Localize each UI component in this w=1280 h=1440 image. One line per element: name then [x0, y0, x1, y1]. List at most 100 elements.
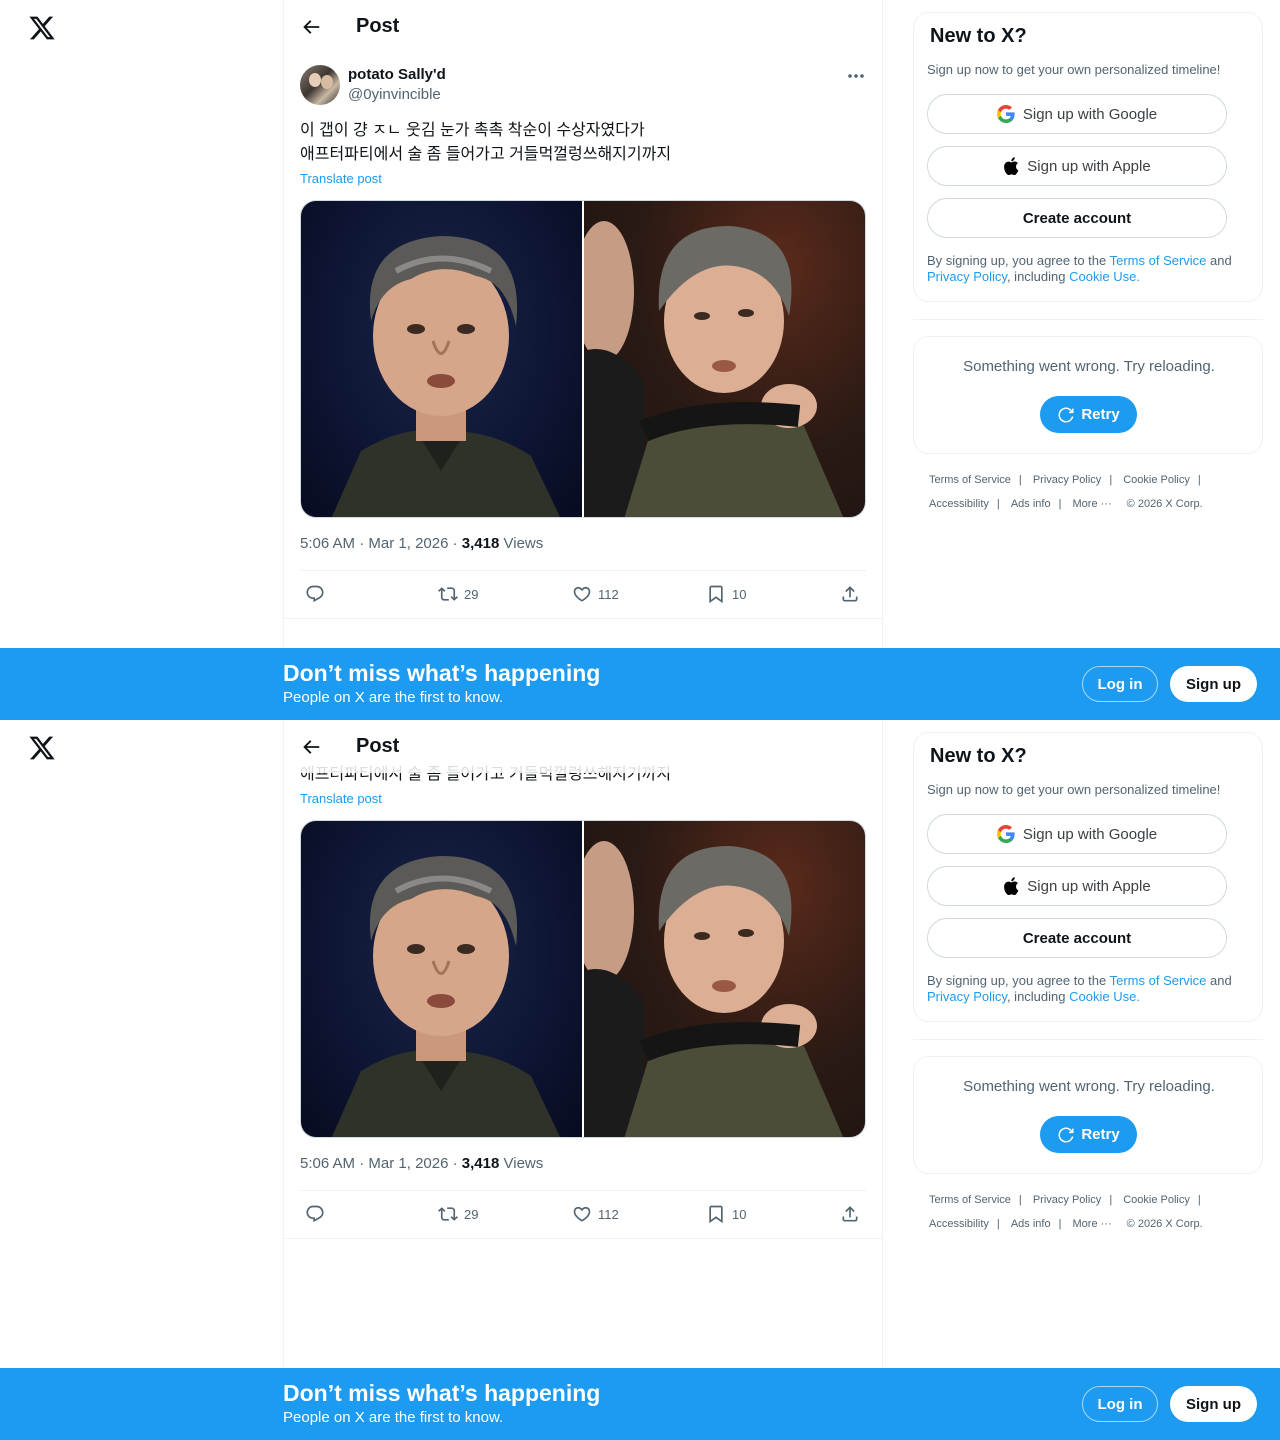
share-button[interactable]: [840, 1204, 860, 1224]
retweet-icon: [438, 1207, 458, 1221]
signup-banner: Don’t miss what’s happening People on X …: [0, 648, 1280, 720]
terms-of-service-link[interactable]: Terms of Service: [1110, 973, 1207, 988]
views-label: Views: [503, 535, 544, 552]
error-card: Something went wrong. Try reloading. Ret…: [913, 1056, 1263, 1174]
banner-signup-button[interactable]: Sign up: [1170, 666, 1257, 702]
author-handle[interactable]: @0yinvincible: [348, 86, 441, 103]
page-title: Post: [356, 735, 400, 757]
photo-left[interactable]: [301, 821, 582, 1137]
error-message: Something went wrong. Try reloading.: [963, 1078, 1215, 1095]
back-arrow-icon[interactable]: [300, 736, 322, 758]
apple-icon: [1004, 877, 1019, 895]
retry-button[interactable]: Retry: [1040, 396, 1137, 433]
photo-right[interactable]: [584, 201, 865, 517]
banner-title: Don’t miss what’s happening: [283, 660, 601, 686]
photo-left[interactable]: [301, 201, 582, 517]
x-logo-icon[interactable]: [28, 14, 56, 42]
footer-privacy-link[interactable]: Privacy Policy: [1033, 474, 1101, 486]
signup-subtitle: Sign up now to get your own personalized…: [927, 62, 1221, 77]
footer-cookie-link[interactable]: Cookie Policy: [1123, 1194, 1190, 1206]
more-icon[interactable]: [846, 72, 866, 80]
translate-post-link[interactable]: Translate post: [300, 791, 382, 806]
back-arrow-icon[interactable]: [300, 16, 322, 38]
create-account-label: Create account: [1022, 209, 1132, 227]
signup-card: New to X? Sign up now to get your own pe…: [913, 732, 1263, 1022]
like-button[interactable]: 112: [572, 584, 619, 604]
photo-right[interactable]: [584, 821, 865, 1137]
post-time[interactable]: 5:06 AM: [300, 1155, 355, 1172]
error-card: Something went wrong. Try reloading. Ret…: [913, 336, 1263, 454]
avatar[interactable]: [300, 65, 340, 105]
footer-ads-link[interactable]: Ads info: [1011, 498, 1051, 510]
create-account-button[interactable]: Create account: [927, 198, 1227, 238]
banner-login-button[interactable]: Log in: [1082, 666, 1158, 702]
footer-accessibility-link[interactable]: Accessibility: [929, 498, 989, 510]
signup-google-button[interactable]: Sign up with Google: [927, 94, 1227, 134]
post-date[interactable]: Mar 1, 2026: [368, 1155, 448, 1172]
footer-row-2: Accessibility | Ads info | More ··· © 2026…: [929, 1218, 1203, 1230]
retweet-button[interactable]: 29: [438, 584, 478, 604]
author-name[interactable]: potato Sally'd: [348, 66, 446, 83]
signup-google-label: Sign up with Google: [1022, 825, 1158, 843]
portrait-illustration: [584, 221, 844, 517]
footer-ads-link[interactable]: Ads info: [1011, 1218, 1051, 1230]
terms-prefix: By signing up, you agree to the: [927, 253, 1110, 268]
refresh-icon: [1058, 1127, 1074, 1142]
retry-button[interactable]: Retry: [1040, 1116, 1137, 1153]
cookie-use-link[interactable]: Cookie Use.: [1069, 269, 1140, 284]
bookmark-count: 10: [732, 1206, 747, 1222]
cookie-use-link[interactable]: Cookie Use.: [1069, 989, 1140, 1004]
error-message: Something went wrong. Try reloading.: [963, 358, 1215, 375]
screen-top: Post potato Sally'd @0yinvincible 이 갭이 걍…: [0, 0, 1280, 720]
retweet-icon: [438, 587, 458, 601]
footer-more-link[interactable]: More ···: [1073, 498, 1112, 510]
divider: [284, 618, 882, 619]
signup-apple-button[interactable]: Sign up with Apple: [927, 146, 1227, 186]
share-button[interactable]: [840, 584, 860, 604]
post-time[interactable]: 5:06 AM: [300, 535, 355, 552]
signup-google-label: Sign up with Google: [1022, 105, 1158, 123]
signup-google-button[interactable]: Sign up with Google: [927, 814, 1227, 854]
post-date[interactable]: Mar 1, 2026: [368, 535, 448, 552]
banner-title: Don’t miss what’s happening: [283, 1380, 601, 1406]
divider: [300, 570, 866, 571]
privacy-policy-link[interactable]: Privacy Policy: [927, 989, 1007, 1004]
banner-signup-button[interactable]: Sign up: [1170, 1386, 1257, 1422]
post-media[interactable]: [300, 820, 866, 1138]
signup-apple-button[interactable]: Sign up with Apple: [927, 866, 1227, 906]
translate-post-link[interactable]: Translate post: [300, 171, 382, 186]
privacy-policy-link[interactable]: Privacy Policy: [927, 269, 1007, 284]
create-account-button[interactable]: Create account: [927, 918, 1227, 958]
banner-subtitle: People on X are the first to know.: [283, 1409, 504, 1426]
footer-terms-link[interactable]: Terms of Service: [929, 474, 1011, 486]
retweet-count: 29: [464, 1206, 479, 1222]
terms-and: and: [1206, 973, 1232, 988]
post-meta: 5:06 AM · Mar 1, 2026 · 3,418 Views: [300, 1155, 544, 1172]
retweet-button[interactable]: 29: [438, 1204, 478, 1224]
views-count: 3,418: [461, 1155, 500, 1172]
post-media[interactable]: [300, 200, 866, 518]
footer-terms-link[interactable]: Terms of Service: [929, 1194, 1011, 1206]
reply-button[interactable]: [305, 584, 325, 604]
like-button[interactable]: 112: [572, 1204, 619, 1224]
footer-privacy-link[interactable]: Privacy Policy: [1033, 1194, 1101, 1206]
retry-label: Retry: [1081, 406, 1120, 423]
retweet-count: 29: [464, 586, 479, 602]
footer-cookie-link[interactable]: Cookie Policy: [1123, 474, 1190, 486]
reply-icon: [306, 585, 324, 603]
create-account-label: Create account: [1022, 929, 1132, 947]
footer-more-link[interactable]: More ···: [1073, 1218, 1112, 1230]
bookmark-button[interactable]: 10: [706, 584, 746, 604]
bookmark-button[interactable]: 10: [706, 1204, 746, 1224]
signup-title: New to X?: [930, 745, 1027, 767]
terms-and: and: [1206, 253, 1232, 268]
banner-subtitle: People on X are the first to know.: [283, 689, 504, 706]
terms-of-service-link[interactable]: Terms of Service: [1110, 253, 1207, 268]
banner-login-button[interactable]: Log in: [1082, 1386, 1158, 1422]
signup-title: New to X?: [930, 25, 1027, 47]
reply-button[interactable]: [305, 1204, 325, 1224]
footer-accessibility-link[interactable]: Accessibility: [929, 1218, 989, 1230]
footer-copyright: © 2026 X Corp.: [1126, 1218, 1203, 1230]
x-logo-icon[interactable]: [28, 734, 56, 762]
like-count: 112: [598, 586, 619, 602]
